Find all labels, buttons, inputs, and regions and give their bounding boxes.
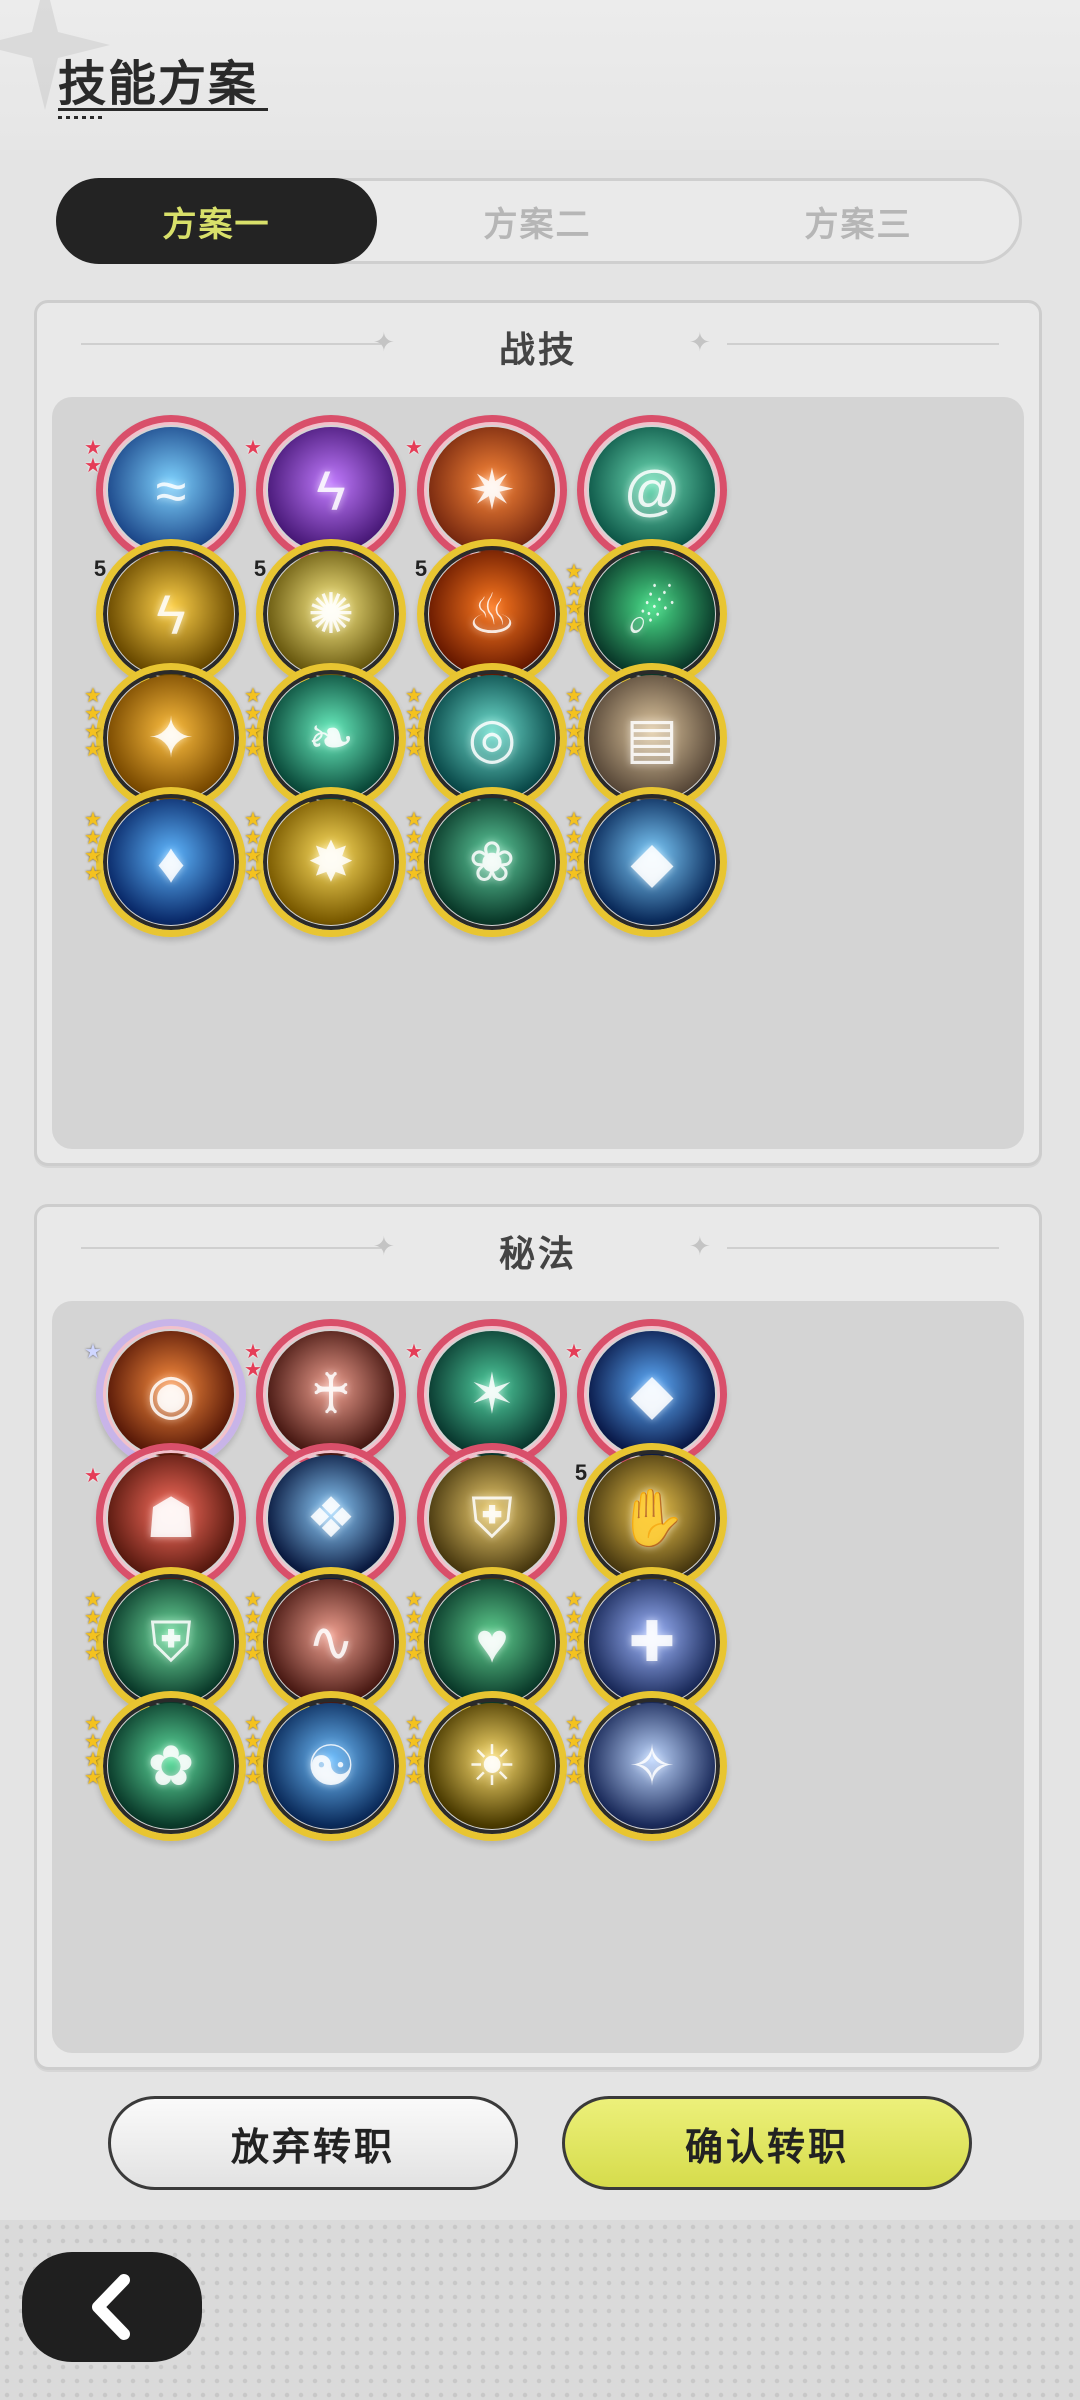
star-icon: ★ — [565, 863, 583, 885]
star-icon: ★ — [84, 863, 102, 885]
star-rating-badge: ★ ★ ★ ★ — [244, 1714, 262, 1789]
star-icon: ★ — [84, 1767, 102, 1789]
star-rating-badge: ★ ★ ★ ★ — [565, 810, 583, 885]
tab-plan-3[interactable]: 方案三 — [698, 181, 1019, 261]
star-rating-badge: ★ — [84, 1465, 102, 1487]
star-rating-badge: ★ — [405, 1341, 423, 1363]
back-button[interactable] — [22, 2252, 202, 2362]
star-icon: ★ — [405, 1341, 423, 1363]
star-icon: ★ — [565, 739, 583, 761]
arcane-skill-slot[interactable]: ✧ ★ ★ ★ ★ — [565, 1691, 727, 1841]
combat-skill-slot[interactable]: ♦ ★ ★ ★ ★ — [84, 787, 246, 937]
arcane-skill-slot[interactable]: ☯ ★ ★ ★ ★ — [244, 1691, 406, 1841]
skill-glyph: ☯ — [305, 1734, 357, 1797]
star-icon: ★ — [244, 1767, 262, 1789]
star-icon: ★ — [565, 1643, 583, 1665]
star-rating-badge: ★ ★ ★ ★ — [565, 686, 583, 761]
section-title-arcane: 秘法 — [498, 1233, 577, 1274]
star-rating-badge: ★ ★ ★ ★ — [244, 810, 262, 885]
skill-glyph: ✧ — [628, 1734, 676, 1797]
skill-glyph: ✿ — [147, 1734, 195, 1797]
star-icon: ★ — [244, 437, 262, 459]
sparkle-icon: ✦ — [689, 1231, 711, 1261]
star-icon: ★ — [565, 1341, 583, 1363]
star-icon: ★ — [405, 739, 423, 761]
star-rating-badge: ★ ★ ★ ★ — [84, 1590, 102, 1665]
star-icon: ★ — [405, 1643, 423, 1665]
combat-skill-slot[interactable]: ◆ ★ ★ ★ ★ — [565, 787, 727, 937]
tab-plan-1[interactable]: 方案一 — [56, 178, 377, 264]
arcane-skill-slot[interactable]: ☀ ★ ★ ★ ★ — [405, 1691, 567, 1841]
skill-glyph: ✸ — [307, 830, 355, 893]
combat-skill-slot[interactable]: ❀ ★ ★ ★ ★ — [405, 787, 567, 937]
star-rating-badge: ★ ★ ★ ★ — [405, 1590, 423, 1665]
skill-glyph: ❀ — [468, 830, 516, 893]
star-rating-badge: ★ — [565, 1341, 583, 1363]
skill-glyph: ◆ — [630, 830, 674, 893]
combat-skill-slot[interactable]: ✸ ★ ★ ★ ★ — [244, 787, 406, 937]
level-star-badge: 5 — [78, 543, 118, 594]
page-title: 技能方案 — [58, 58, 259, 111]
chevron-left-icon — [92, 2274, 130, 2340]
star-icon: ★ — [244, 1643, 262, 1665]
tab-plan-2[interactable]: 方案二 — [377, 181, 698, 261]
star-rating-badge: ★ — [84, 1341, 102, 1363]
star-icon: ★ — [84, 1643, 102, 1665]
confirm-job-change-button[interactable]: 确认转职 — [562, 2096, 972, 2190]
sparkle-icon: ✦ — [689, 327, 711, 357]
star-rating-badge: ★ ★ ★ ★ — [405, 1714, 423, 1789]
star-icon: ★ — [405, 1767, 423, 1789]
star-rating-badge: ★ ★ ★ ★ — [244, 686, 262, 761]
star-rating-badge: ★ ★ ★ ★ — [405, 810, 423, 885]
star-rating-badge: ★ ★ — [244, 1342, 262, 1381]
arcane-skill-grid: ◉★♰★★✶★◆★☗★❖⛨✋5⛨★★★★∿★★★★♥★★★★✚★★★★✿★★★★… — [52, 1301, 1024, 2053]
star-rating-badge: ★ ★ ★ ★ — [405, 686, 423, 761]
panel-header: ✦ 秘法 ✦ — [37, 1207, 1039, 1293]
star-icon: ★ — [565, 1767, 583, 1789]
level-star-badge: 5 — [559, 1447, 599, 1498]
panel-header: ✦ 战技 ✦ — [37, 303, 1039, 389]
section-title-combat: 战技 — [498, 329, 577, 370]
skill-glyph: ♦ — [156, 830, 186, 894]
abandon-job-change-button[interactable]: 放弃转职 — [108, 2096, 518, 2190]
star-rating-badge: ★ ★ ★ ★ — [565, 562, 583, 637]
title-dots — [58, 116, 106, 119]
star-rating-badge: ★ — [244, 437, 262, 459]
star-rating-badge: ★ — [405, 437, 423, 459]
arcane-skill-slot[interactable]: ✿ ★ ★ ★ ★ — [84, 1691, 246, 1841]
star-rating-badge: ★ ★ ★ ★ — [84, 810, 102, 885]
star-icon: ★ — [84, 455, 102, 477]
star-icon: ★ — [84, 739, 102, 761]
header-bar: 技能方案 — [0, 0, 1080, 150]
plan-tabs: 方案一 方案二 方案三 — [56, 178, 1022, 264]
star-icon: ★ — [244, 1359, 262, 1381]
divider-line — [727, 1247, 999, 1249]
star-rating-badge: ★ ★ ★ ★ — [244, 1590, 262, 1665]
arcane-skills-panel: ✦ 秘法 ✦ ◉★♰★★✶★◆★☗★❖⛨✋5⛨★★★★∿★★★★♥★★★★✚★★… — [34, 1204, 1042, 2070]
star-rating-badge: ★ ★ — [84, 438, 102, 477]
combat-skill-grid: ≈★★ϟ★✷★@ϟ5✺5♨5☄★★★★✦★★★★❧★★★★◎★★★★▤★★★★♦… — [52, 397, 1024, 1149]
star-icon: ★ — [244, 863, 262, 885]
skill-glyph: ☀ — [466, 1734, 518, 1797]
star-icon: ★ — [244, 739, 262, 761]
level-star-badge: 5 — [399, 543, 439, 594]
star-icon: ★ — [405, 437, 423, 459]
star-rating-badge: ★ ★ ★ ★ — [84, 686, 102, 761]
star-icon: ★ — [84, 1465, 102, 1487]
divider-line — [727, 343, 999, 345]
star-icon: ★ — [84, 1341, 102, 1363]
combat-skills-panel: ✦ 战技 ✦ ≈★★ϟ★✷★@ϟ5✺5♨5☄★★★★✦★★★★❧★★★★◎★★★… — [34, 300, 1042, 1166]
star-rating-badge: ★ ★ ★ ★ — [565, 1714, 583, 1789]
star-icon: ★ — [405, 863, 423, 885]
level-star-badge: 5 — [238, 543, 278, 594]
title-underline — [58, 108, 268, 111]
star-rating-badge: ★ ★ ★ ★ — [565, 1590, 583, 1665]
star-rating-badge: ★ ★ ★ ★ — [84, 1714, 102, 1789]
star-icon: ★ — [565, 615, 583, 637]
